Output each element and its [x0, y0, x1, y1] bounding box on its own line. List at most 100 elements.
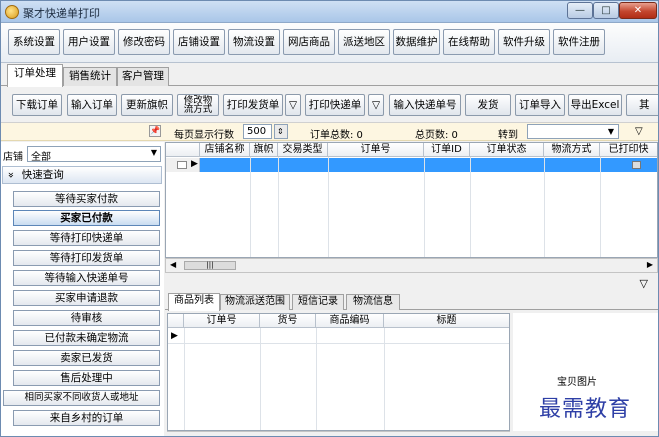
main-window: 聚才快递单打印 — □ ✕ 系统设置 用户设置 修改密码 店铺设置 物流设置 网…	[0, 0, 659, 437]
filter-after-sales[interactable]: 售后处理中	[13, 370, 160, 386]
col-flag[interactable]: 旗帜	[250, 143, 278, 157]
total-pages-label: 总页数: 0	[415, 130, 458, 141]
menu-software-register[interactable]: 软件注册	[553, 29, 605, 55]
filter-pending-review[interactable]: 待审核	[13, 310, 160, 326]
col-order-id[interactable]: 订单ID	[424, 143, 470, 157]
window-title: 聚才快递单打印	[23, 7, 100, 20]
tab-order-processing[interactable]: 订单处理	[7, 64, 63, 87]
input-tracking-number-button[interactable]: 输入快递单号	[389, 94, 461, 116]
menu-data-maintenance[interactable]: 数据维护	[393, 29, 440, 55]
order-toolbar: 下载订单 输入订单 更新旗帜 修改物 流方式 打印发货单 ▽ 打印快递单 ▽ 输…	[1, 87, 658, 123]
export-excel-button[interactable]: 导出Excel	[568, 94, 622, 116]
filter-waiting-print-delivery[interactable]: 等待打印发货单	[13, 250, 160, 266]
printed-checkbox[interactable]	[632, 161, 641, 169]
rows-per-page-label: 每页显示行数	[174, 130, 234, 141]
tab-customer-management[interactable]: 客户管理	[117, 67, 169, 86]
scroll-thumb[interactable]: |||	[184, 261, 236, 270]
tab-logistics-info[interactable]: 物流信息	[346, 294, 400, 310]
order-grid[interactable]: 店铺名称 旗帜 交易类型 订单号 订单ID 订单状态 物流方式 已打印快 ▶	[165, 142, 658, 258]
menu-online-help[interactable]: 在线帮助	[443, 29, 495, 55]
menu-bar: 系统设置 用户设置 修改密码 店铺设置 物流设置 网店商品 派送地区 数据维护 …	[1, 23, 658, 63]
expand-icon[interactable]: ▽	[640, 277, 648, 290]
current-row-icon: ▶	[171, 331, 178, 341]
product-image-label: 宝贝图片	[557, 377, 597, 388]
filter-buyer-paid[interactable]: 买家已付款	[13, 210, 160, 226]
order-grid-hscrollbar[interactable]: ◀ ||| ▶	[165, 258, 658, 273]
left-sidebar: 店铺 全部 ▼ « 快速查询 等待买家付款 买家已付款 等待打印快递单 等待打印…	[1, 142, 164, 436]
scroll-right-icon[interactable]: ▶	[647, 260, 653, 269]
update-flag-button[interactable]: 更新旗帜	[121, 94, 173, 116]
col-item-no[interactable]: 货号	[260, 314, 316, 328]
goto-label: 转到	[498, 130, 518, 141]
col-product-code[interactable]: 商品编码	[316, 314, 384, 328]
filter-waiting-tracking-number[interactable]: 等待输入快递单号	[13, 270, 160, 286]
rows-spinner[interactable]: ⇕	[274, 124, 288, 139]
grid-corner	[166, 143, 200, 157]
store-label: 店铺	[3, 152, 23, 163]
menu-logistics-settings[interactable]: 物流设置	[228, 29, 280, 55]
change-logistics-button[interactable]: 修改物 流方式	[177, 94, 219, 116]
menu-system-settings[interactable]: 系统设置	[8, 29, 60, 55]
menu-change-password[interactable]: 修改密码	[118, 29, 170, 55]
filter-waiting-print-express[interactable]: 等待打印快递单	[13, 230, 160, 246]
filter-refund-request[interactable]: 买家申请退款	[13, 290, 160, 306]
download-orders-button[interactable]: 下载订单	[12, 94, 62, 116]
maximize-button[interactable]: □	[593, 2, 619, 19]
menu-delivery-area[interactable]: 派送地区	[338, 29, 390, 55]
col-store-name[interactable]: 店铺名称	[200, 143, 250, 157]
watermark: 最需教育	[539, 397, 632, 422]
current-row-icon: ▶	[191, 159, 198, 169]
col-logistics-method[interactable]: 物流方式	[544, 143, 600, 157]
tab-product-list[interactable]: 商品列表	[168, 293, 220, 311]
filter-waiting-payment[interactable]: 等待买家付款	[13, 191, 160, 207]
ship-button[interactable]: 发货	[465, 94, 511, 116]
product-grid[interactable]: 订单号 货号 商品编码 标题 ▶	[167, 313, 510, 431]
rows-per-page-input[interactable]: 500	[243, 124, 272, 139]
quick-query-header[interactable]: « 快速查询	[2, 166, 162, 184]
quick-query-label: 快速查询	[21, 169, 64, 181]
detail-tab-strip: 商品列表 物流派送范围 短信记录 物流信息	[165, 293, 658, 311]
row-checkbox[interactable]	[177, 161, 187, 169]
filter-same-buyer-diff-address[interactable]: 相同买家不同收货人或地址	[3, 390, 160, 406]
tab-sales-stats[interactable]: 销售统计	[63, 67, 117, 86]
splitter[interactable]: ▽	[165, 273, 658, 293]
goto-page-select[interactable]: ▼	[527, 124, 619, 139]
menu-user-settings[interactable]: 用户设置	[63, 29, 115, 55]
tab-delivery-range[interactable]: 物流派送范围	[220, 294, 290, 310]
toggle-icon[interactable]: ▽	[635, 126, 643, 137]
menu-shop-products[interactable]: 网店商品	[283, 29, 335, 55]
print-express-button[interactable]: 打印快递单	[305, 94, 365, 116]
print-delivery-note-button[interactable]: 打印发货单	[223, 94, 283, 116]
input-order-button[interactable]: 输入订单	[67, 94, 117, 116]
import-orders-button[interactable]: 订单导入	[515, 94, 565, 116]
minimize-button[interactable]: —	[567, 2, 593, 19]
col-order-no[interactable]: 订单号	[184, 314, 260, 328]
col-order-status[interactable]: 订单状态	[470, 143, 544, 157]
change-logistics-label-2: 流方式	[183, 104, 213, 115]
row-header: ▶	[166, 158, 200, 172]
col-title[interactable]: 标题	[384, 314, 509, 328]
product-grid-hscrollbar[interactable]	[167, 431, 510, 436]
tab-sms-records[interactable]: 短信记录	[292, 294, 344, 310]
col-order-no[interactable]: 订单号	[328, 143, 424, 157]
col-express-printed[interactable]: 已打印快	[600, 143, 657, 157]
store-select[interactable]: 全部 ▼	[27, 146, 161, 163]
col-trade-type[interactable]: 交易类型	[278, 143, 328, 157]
menu-store-settings[interactable]: 店铺设置	[173, 29, 225, 55]
pin-icon[interactable]: 📌	[149, 125, 161, 137]
chevron-down-icon: ▼	[607, 127, 614, 136]
table-row-selected[interactable]: ▶	[166, 158, 657, 172]
main-tab-strip: 订单处理 销售统计 客户管理	[1, 64, 658, 87]
total-orders-label: 订单总数: 0	[310, 130, 363, 141]
scroll-left-icon[interactable]: ◀	[170, 260, 176, 269]
filter-seller-shipped[interactable]: 卖家已发货	[13, 350, 160, 366]
filter-rural-orders[interactable]: 来自乡村的订单	[13, 410, 160, 426]
close-button[interactable]: ✕	[619, 2, 657, 19]
filter-paid-no-logistics[interactable]: 已付款未确定物流	[13, 330, 160, 346]
chevron-down-icon: ▼	[150, 148, 157, 157]
more-button[interactable]: 其	[626, 94, 658, 116]
print-delivery-dropdown[interactable]: ▽	[285, 94, 301, 116]
print-express-dropdown[interactable]: ▽	[368, 94, 384, 116]
menu-software-upgrade[interactable]: 软件升级	[498, 29, 550, 55]
title-bar[interactable]: 聚才快递单打印 — □ ✕	[1, 1, 658, 23]
